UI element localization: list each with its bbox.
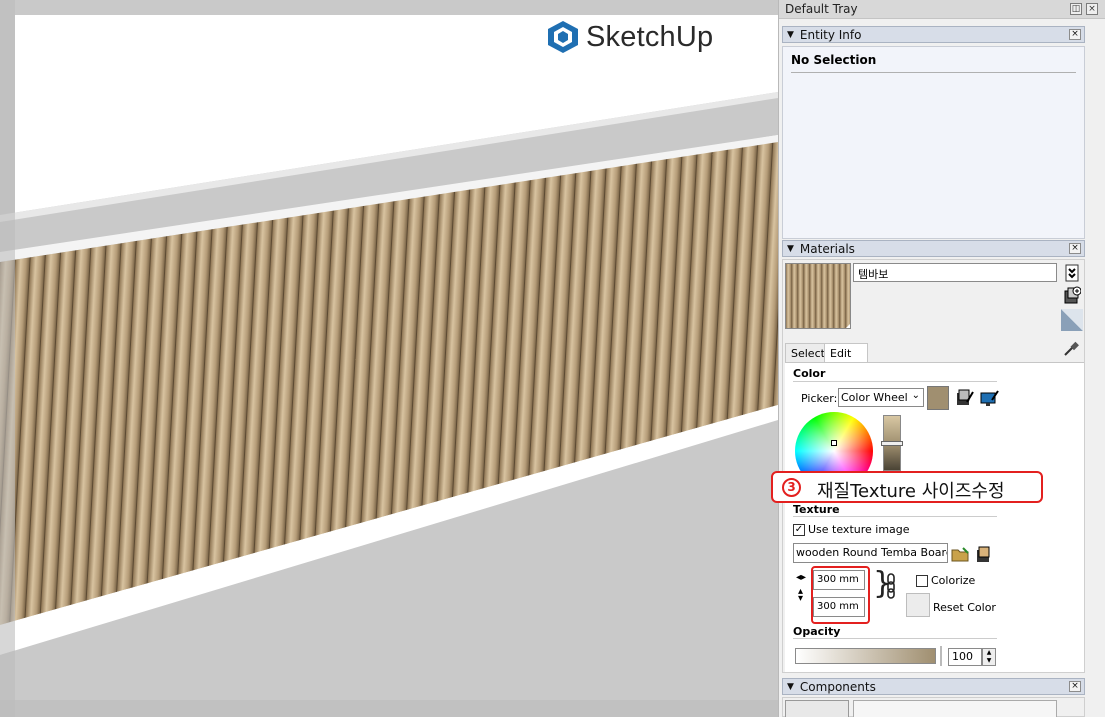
model-viewport[interactable]: SketchUp bbox=[0, 0, 778, 717]
sketchup-window: SketchUp Default Tray ◫ × ▼ Entity Info … bbox=[0, 0, 1105, 717]
component-name-field[interactable] bbox=[853, 700, 1057, 717]
use-texture-option[interactable]: ✓ Use texture image bbox=[793, 523, 910, 536]
components-title: Components bbox=[799, 679, 876, 694]
picker-dropdown[interactable]: Color Wheel ⌄ bbox=[838, 388, 924, 407]
step-number-badge: 3 bbox=[782, 478, 801, 497]
annotation-callout: 3 재질Texture 사이즈수정 bbox=[771, 471, 1043, 503]
materials-panel: 템바보 Select Edit Color Picker: Color Whee… bbox=[782, 259, 1085, 673]
divider bbox=[793, 516, 997, 517]
opacity-slider-thumb[interactable] bbox=[940, 646, 942, 666]
tray-scrollbar[interactable] bbox=[1090, 46, 1102, 239]
tab-edit[interactable]: Edit bbox=[824, 343, 868, 362]
materials-tabs: Select Edit bbox=[783, 340, 1084, 362]
close-tray-button[interactable]: × bbox=[1086, 3, 1098, 15]
match-color-on-screen-icon[interactable] bbox=[980, 388, 1000, 408]
reset-color-swatch[interactable] bbox=[906, 593, 930, 617]
default-material-icon[interactable] bbox=[1061, 309, 1083, 331]
height-arrow-icon: ▴ ▾ bbox=[798, 586, 804, 604]
close-panel-icon[interactable]: × bbox=[1069, 681, 1081, 692]
texture-file-field[interactable]: wooden Round Temba Board_D bbox=[793, 543, 948, 563]
wood-texture-preview bbox=[786, 264, 850, 328]
chevron-down-icon: ⌄ bbox=[911, 390, 920, 401]
opacity-spinner[interactable]: ▲ ▼ bbox=[982, 648, 996, 666]
tray-title: Default Tray bbox=[785, 2, 858, 16]
component-thumbnail[interactable] bbox=[785, 700, 849, 717]
opacity-slider[interactable] bbox=[795, 648, 936, 664]
divider bbox=[791, 72, 1076, 73]
default-tray: Default Tray ◫ × ▼ Entity Info × No Sele… bbox=[778, 0, 1105, 717]
divider bbox=[793, 638, 997, 639]
callout-text: 재질Texture 사이즈수정 bbox=[817, 481, 1005, 502]
edit-pane: Color Picker: Color Wheel ⌄ Texture ✓ Us… bbox=[785, 362, 1084, 672]
divider bbox=[793, 381, 997, 382]
use-texture-label: Use texture image bbox=[808, 523, 910, 536]
sketchup-logo-text: SketchUp bbox=[586, 20, 714, 53]
brightness-thumb[interactable] bbox=[881, 441, 903, 446]
sketchup-logo: SketchUp bbox=[546, 20, 713, 54]
eyedropper-icon[interactable] bbox=[1062, 340, 1080, 358]
create-material-icon[interactable] bbox=[1063, 286, 1081, 304]
width-arrow-icon: ◂▸ bbox=[796, 572, 807, 583]
collapse-arrow-icon: ▼ bbox=[787, 29, 794, 40]
components-panel bbox=[782, 697, 1085, 717]
lock-aspect-chain-icon[interactable] bbox=[886, 573, 896, 599]
use-texture-checkbox[interactable]: ✓ bbox=[793, 523, 805, 536]
color-swatch[interactable] bbox=[927, 386, 949, 410]
materials-scrollbar[interactable] bbox=[1090, 259, 1102, 673]
material-thumbnail[interactable] bbox=[785, 263, 851, 329]
browse-folder-icon[interactable] bbox=[951, 545, 971, 563]
highlight-box bbox=[811, 566, 870, 624]
close-panel-icon[interactable]: × bbox=[1069, 243, 1081, 254]
entity-info-title: Entity Info bbox=[799, 27, 862, 42]
close-panel-icon[interactable]: × bbox=[1069, 29, 1081, 40]
edit-texture-icon[interactable] bbox=[975, 544, 995, 564]
collapse-arrow-icon: ▼ bbox=[787, 243, 794, 254]
match-color-in-model-icon[interactable] bbox=[955, 388, 975, 408]
entity-info-header[interactable]: ▼ Entity Info × bbox=[782, 26, 1085, 43]
picker-value: Color Wheel bbox=[841, 391, 908, 404]
picker-label: Picker: bbox=[801, 392, 838, 405]
materials-header[interactable]: ▼ Materials × bbox=[782, 240, 1085, 257]
colorize-option[interactable]: Colorize bbox=[916, 574, 975, 587]
colorize-checkbox[interactable] bbox=[916, 574, 928, 587]
opacity-field[interactable]: 100 bbox=[948, 648, 982, 666]
opacity-section-label: Opacity bbox=[793, 625, 841, 638]
collapse-arrow-icon: ▼ bbox=[787, 681, 794, 692]
materials-title: Materials bbox=[799, 241, 855, 256]
sketchup-logo-icon bbox=[548, 21, 578, 53]
details-arrow-icon[interactable] bbox=[1063, 264, 1081, 282]
texture-section-label: Texture bbox=[793, 503, 840, 516]
entity-info-panel: No Selection bbox=[782, 46, 1085, 239]
pin-tray-button[interactable]: ◫ bbox=[1070, 3, 1082, 15]
scene-drawing bbox=[0, 0, 778, 717]
reset-color-label: Reset Color bbox=[933, 601, 996, 614]
selection-label: No Selection bbox=[791, 53, 877, 67]
material-name-field[interactable]: 템바보 bbox=[853, 263, 1057, 282]
tray-title-bar: Default Tray ◫ × bbox=[779, 0, 1105, 19]
components-header[interactable]: ▼ Components × bbox=[782, 678, 1085, 695]
colorize-label: Colorize bbox=[931, 574, 976, 587]
color-section-label: Color bbox=[793, 367, 826, 380]
color-wheel-cursor[interactable] bbox=[831, 440, 837, 446]
